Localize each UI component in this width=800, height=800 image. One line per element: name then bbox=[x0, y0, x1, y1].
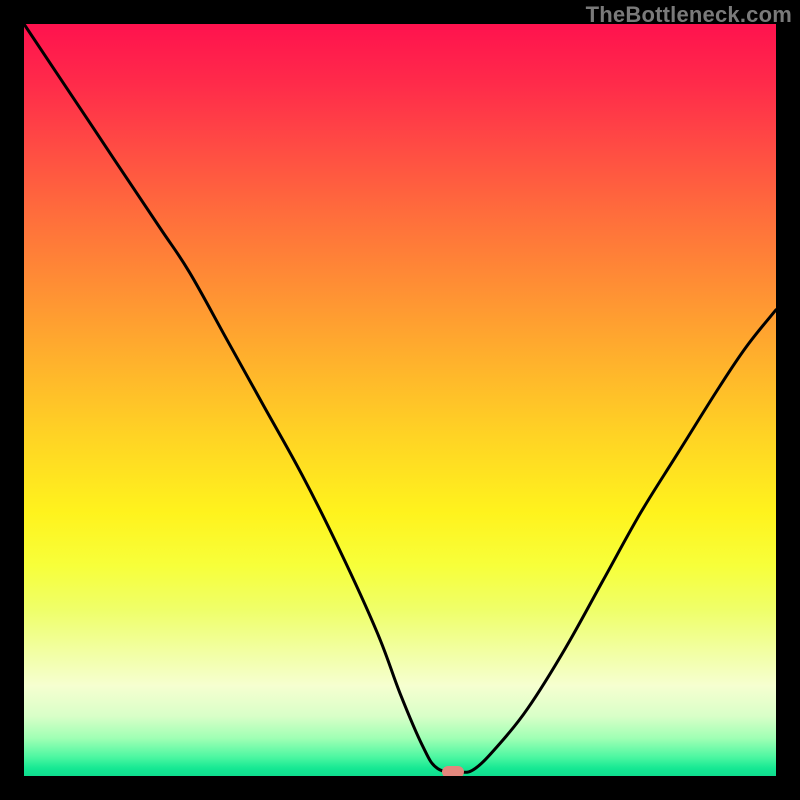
chart-stage: TheBottleneck.com bbox=[0, 0, 800, 800]
watermark-text: TheBottleneck.com bbox=[586, 2, 792, 28]
plot-area bbox=[24, 24, 776, 776]
optimal-marker bbox=[442, 766, 464, 776]
bottleneck-curve bbox=[24, 24, 776, 776]
